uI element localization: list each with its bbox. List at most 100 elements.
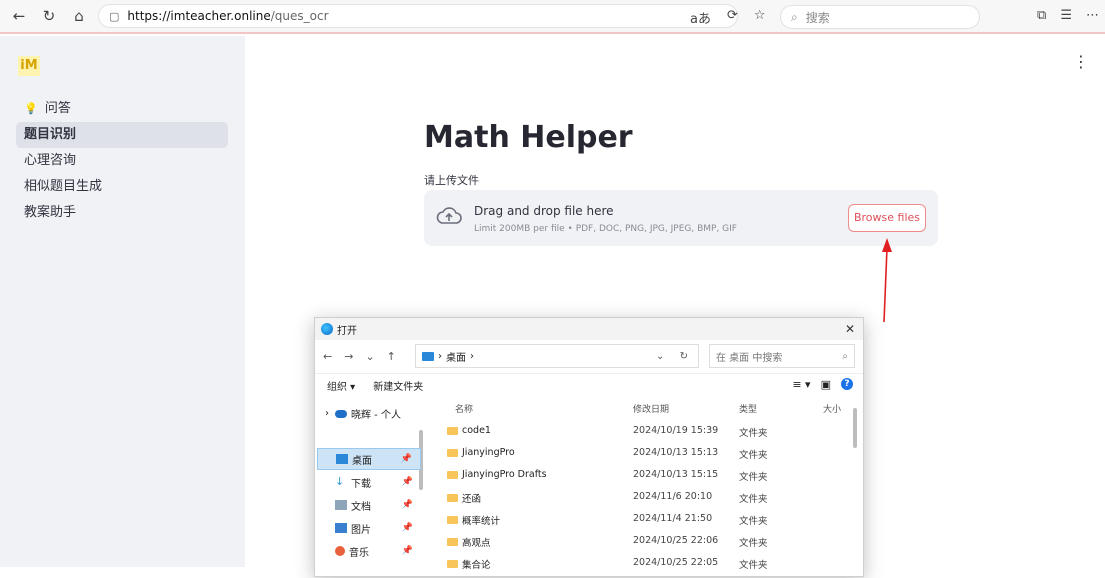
more-options-icon[interactable]: ⋯ [1086,8,1099,23]
lightbulb-icon: 💡 [24,102,38,115]
chevron-right-icon[interactable]: › [325,408,329,419]
list-item[interactable]: 高观点 2024/10/25 22:06 文件夹 [427,530,847,552]
sidebar-item-label: 教案助手 [24,205,77,220]
sidebar-item-question-ocr[interactable]: 题目识别 [16,122,228,148]
file-dropzone[interactable]: Drag and drop file here Limit 200MB per … [424,190,938,246]
sidebar-item-counseling[interactable]: 心理咨询 [16,148,228,174]
split-screen-icon[interactable]: ⧉ [1037,8,1046,23]
path-segment[interactable]: 桌面 [446,349,466,364]
back-icon[interactable]: ← [323,350,332,363]
quick-access-documents[interactable]: 文档 📌 [317,494,421,516]
forward-icon[interactable]: → [344,350,353,363]
organize-button[interactable]: 组织 ▾ [327,378,355,393]
quick-access-label: 音乐 [349,547,369,559]
column-header-type[interactable]: 类型 [739,402,757,415]
sidebar-item-label: 心理咨询 [24,153,77,168]
folder-icon [447,538,458,546]
file-name: JianyingPro Drafts [462,469,547,480]
help-icon[interactable]: ? [841,378,853,390]
view-options-icon[interactable]: ≡ ▾ [792,378,810,391]
path-separator: › [438,350,442,362]
list-item[interactable]: code1 2024/10/19 15:39 文件夹 [427,420,847,442]
sidebar-nav: 💡 问答 题目识别 心理咨询 相似题目生成 教案助手 [16,96,228,226]
folder-icon [447,494,458,502]
file-open-dialog: 打开 ✕ ← → ⌄ ↑ › 桌面 › ⌄ ↻ 在 桌面 中搜索 ⌕ 组织 ▾ … [314,317,864,577]
file-date: 2024/10/25 22:05 [633,557,719,568]
list-item[interactable]: 概率统计 2024/11/4 21:50 文件夹 [427,508,847,530]
favorite-star-icon[interactable]: ☆ [754,8,766,27]
browser-search-input[interactable]: ⌕ 搜索 [780,5,980,29]
desktop-folder-icon [422,351,434,361]
pin-icon: 📌 [401,546,413,556]
column-header-date[interactable]: 修改日期 [633,402,669,415]
document-icon [335,500,347,510]
dialog-search-placeholder: 在 桌面 中搜索 [716,352,783,364]
new-folder-button[interactable]: 新建文件夹 [373,378,423,393]
list-item[interactable]: 还函 2024/11/6 20:10 文件夹 [427,486,847,508]
edge-browser-icon [321,323,333,335]
up-arrow-icon[interactable]: ↑ [387,350,396,363]
refresh-icon[interactable]: ↻ [38,7,60,25]
chevron-down-icon[interactable]: ⌄ [365,350,374,363]
back-icon[interactable]: ← [8,7,30,25]
file-type: 文件夹 [739,428,768,439]
file-name: code1 [462,425,491,436]
url-path: /ques_ocr [270,9,329,23]
column-header-size[interactable]: 大小 [823,402,841,415]
path-controls: ⌄ ↻ [656,351,688,362]
file-list: 名称 修改日期 类型 大小 code1 2024/10/19 15:39 文件夹… [427,398,863,578]
file-name: 还函 [462,494,482,505]
file-list-scrollbar[interactable] [853,408,857,448]
dialog-search-input[interactable]: 在 桌面 中搜索 ⌕ [709,344,855,368]
translate-icon[interactable]: aあ [690,8,711,27]
file-type: 文件夹 [739,494,768,505]
list-item[interactable]: JianyingPro 2024/10/13 15:13 文件夹 [427,442,847,464]
music-icon [335,546,345,556]
quick-access-music[interactable]: 音乐 📌 [317,540,421,562]
favorites-icon[interactable]: ☰ [1060,8,1072,23]
app-logo: iM [18,56,40,76]
search-placeholder: 搜索 [805,10,830,25]
url-domain: https://imteacher.online [127,9,271,23]
page-title: Math Helper [424,120,633,155]
home-icon[interactable]: ⌂ [68,7,90,25]
quick-access-label: 下载 [351,478,371,490]
file-date: 2024/11/6 20:10 [633,491,713,502]
onedrive-tree-item[interactable]: › 晓辉 - 个人 [325,406,401,421]
list-item[interactable]: 集合论 2024/10/25 22:05 文件夹 [427,552,847,574]
file-name: JianyingPro [462,447,515,458]
quick-access-label: 图片 [351,524,371,536]
main-menu-icon[interactable]: ⋮ [1073,52,1089,71]
file-type: 文件夹 [739,560,768,571]
dialog-titlebar: 打开 [315,318,863,340]
dialog-path-bar[interactable]: › 桌面 › ⌄ ↻ [415,344,699,368]
sidebar-item-similar-questions[interactable]: 相似题目生成 [16,174,228,200]
file-name: 集合论 [462,560,491,571]
quick-access-label: 文档 [351,501,371,513]
refresh-icon[interactable]: ↻ [680,351,688,362]
site-info-icon[interactable]: ▢ [109,10,119,23]
browse-files-button[interactable]: Browse files [848,204,926,232]
dropzone-limit: Limit 200MB per file • PDF, DOC, PNG, JP… [474,224,737,234]
chevron-down-icon[interactable]: ⌄ [656,351,664,362]
file-name: 概率统计 [462,516,501,527]
sidebar-item-qa[interactable]: 💡 问答 [16,96,228,122]
extension-icon[interactable]: ⟳ [727,8,738,27]
search-icon: ⌕ [842,350,848,362]
quick-access-downloads[interactable]: ↓ 下载 📌 [317,471,421,493]
quick-access-desktop[interactable]: 桌面 📌 [317,448,421,470]
desktop-icon [336,454,348,464]
address-bar[interactable]: ▢ https://imteacher.online /ques_ocr [98,4,738,28]
sidebar-item-lesson-plan[interactable]: 教案助手 [16,200,228,226]
file-type: 文件夹 [739,472,768,483]
folder-icon [447,426,458,435]
list-item[interactable]: JianyingPro Drafts 2024/10/13 15:15 文件夹 [427,464,847,486]
sidebar-item-label: 相似题目生成 [24,179,103,194]
file-type: 文件夹 [739,450,768,461]
pin-icon: 📌 [401,523,413,533]
file-date: 2024/10/13 15:15 [633,469,719,480]
quick-access-pictures[interactable]: 图片 📌 [317,517,421,539]
close-icon[interactable]: ✕ [845,322,855,336]
column-header-name[interactable]: 名称 [455,402,473,415]
preview-pane-icon[interactable]: ▣ [821,378,831,391]
